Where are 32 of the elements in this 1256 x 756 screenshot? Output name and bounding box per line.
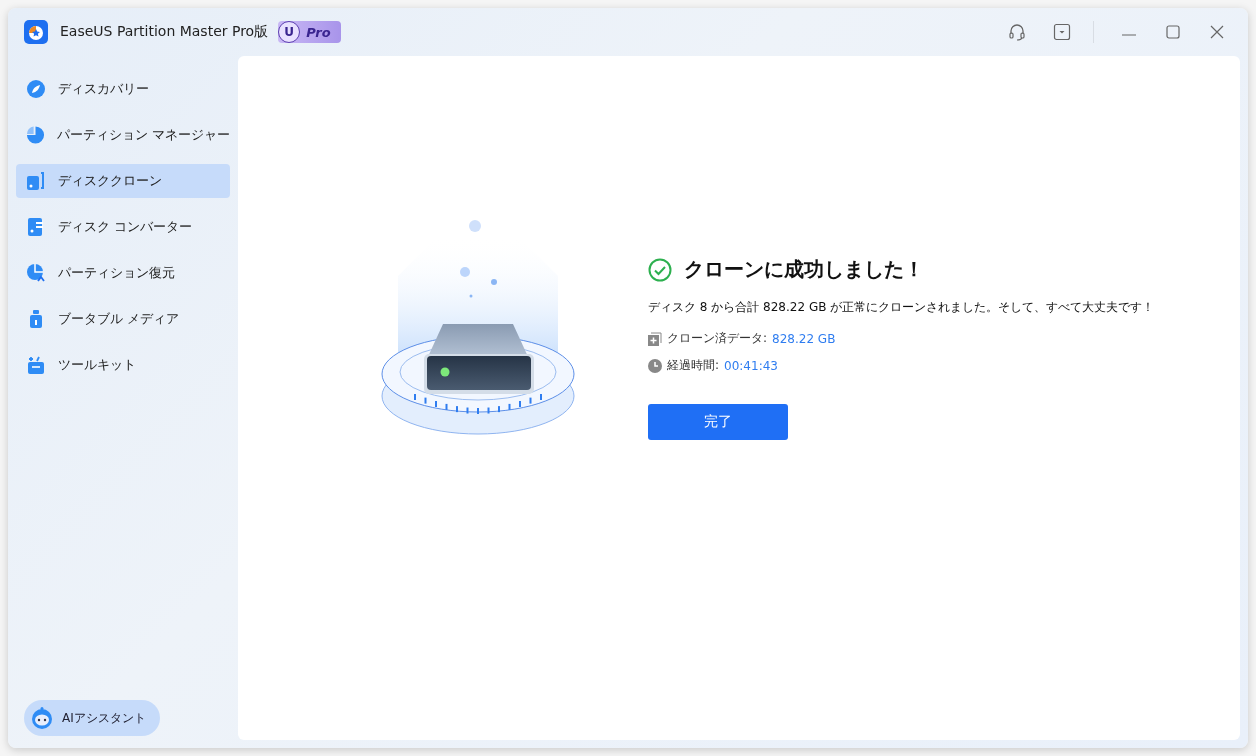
- copy-plus-icon: [648, 331, 662, 346]
- leaf-icon: [26, 79, 46, 99]
- copy-icon: [26, 171, 46, 191]
- sidebar-item[interactable]: ブータブル メディア: [16, 302, 230, 336]
- sidebar-item[interactable]: ディスカバリー: [16, 72, 230, 106]
- sidebar-item[interactable]: ディスク コンバーター: [16, 210, 230, 244]
- done-button[interactable]: 完了: [648, 404, 788, 440]
- sidebar-item[interactable]: ツールキット: [16, 348, 230, 382]
- check-circle-icon: [648, 257, 672, 282]
- toolbox-icon: [26, 355, 46, 375]
- pro-badge: U Pro: [278, 21, 341, 43]
- ai-assistant-button[interactable]: AIアシスタント: [24, 700, 160, 736]
- stat-value: 828.22 GB: [772, 331, 836, 346]
- success-title: クローンに成功しました！: [684, 256, 924, 283]
- logo-icon: [24, 20, 48, 44]
- sidebar-item[interactable]: ディスククローン: [16, 164, 230, 198]
- stat-value: 00:41:43: [724, 358, 778, 373]
- clock-icon: [648, 358, 662, 373]
- sidebar-item[interactable]: パーティション復元: [16, 256, 230, 290]
- stat-label: 経過時間:: [667, 357, 720, 374]
- restore-icon: [26, 263, 46, 283]
- dropdown-icon[interactable]: [1053, 23, 1071, 41]
- headset-icon[interactable]: [1007, 22, 1027, 42]
- result-message: ディスク 8 から合計 828.22 GB が正常にクローンされました。そして、すべて大丈夫です！: [648, 299, 1155, 316]
- convert-icon: [26, 217, 46, 237]
- robot-icon: [30, 706, 54, 730]
- stat-label: クローン済データ:: [667, 330, 768, 347]
- close-icon[interactable]: [1208, 23, 1226, 41]
- sidebar-item[interactable]: パーティション マネージャー: [16, 118, 230, 152]
- pie-chart-icon: [26, 125, 45, 145]
- maximize-icon[interactable]: [1164, 23, 1182, 41]
- window-title: EaseUS Partition Master Pro版: [60, 23, 269, 41]
